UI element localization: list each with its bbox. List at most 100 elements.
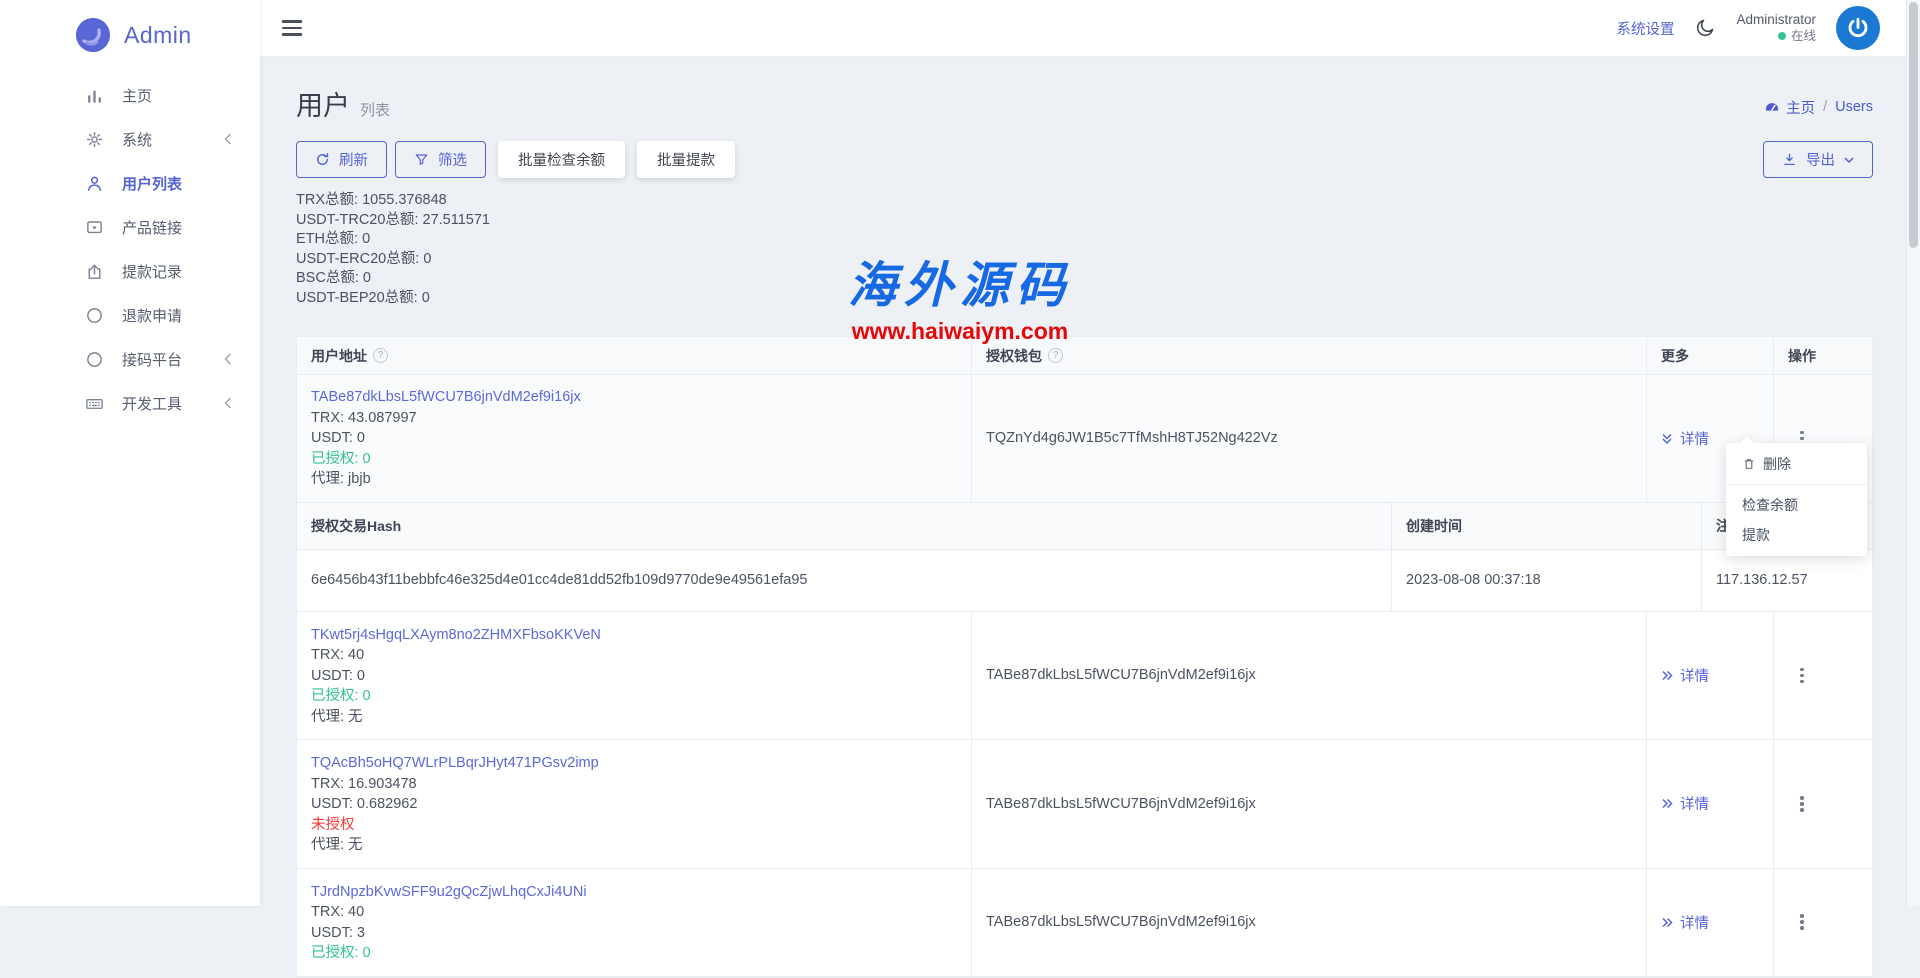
help-icon[interactable]: ? (1048, 348, 1063, 363)
trx-balance: TRX: 40 (311, 902, 957, 923)
auth-status: 未授权 (311, 815, 957, 836)
user-address-link[interactable]: TABe87dkLbsL5fWCU7B6jnVdM2ef9i16jx (311, 387, 581, 408)
scrollbar-thumb[interactable] (1909, 2, 1918, 248)
batch-withdraw-button[interactable]: 批量提款 (637, 141, 735, 178)
dashboard-gauge-icon (1764, 99, 1780, 115)
export-button[interactable]: 导出 (1763, 141, 1873, 178)
breadcrumb-separator: / (1823, 99, 1827, 115)
user-address-link[interactable]: TQAcBh5oHQ7WLrPLBqrJHyt471PGsv2imp (311, 753, 599, 774)
breadcrumb: 主页 / Users (1764, 97, 1873, 118)
table-row: TKwt5rj4sHgqLXAym8no2ZHMXFbsoKKVeN TRX: … (297, 612, 1872, 741)
sidebar-item-label: 开发工具 (122, 393, 182, 414)
kebab-menu-icon[interactable] (1796, 910, 1808, 934)
auth-wallet: TABe87dkLbsL5fWCU7B6jnVdM2ef9i16jx (971, 612, 1646, 740)
col-created-time: 创建时间 (1391, 503, 1701, 549)
keyboard-icon (85, 394, 104, 413)
menu-item-delete[interactable]: 删除 (1726, 449, 1867, 479)
double-chevron-icon (1661, 670, 1673, 681)
stat-line: TRX总额1055.376848 (296, 191, 1873, 211)
detail-toggle-button[interactable]: 详情 (1661, 793, 1709, 814)
kebab-menu-icon[interactable] (1796, 664, 1808, 688)
created-time: 2023-08-08 00:37:18 (1391, 550, 1701, 611)
menu-toggle-icon[interactable] (282, 20, 302, 35)
usdt-balance: USDT: 0 (311, 666, 957, 687)
sidebar-item-label: 系统 (122, 129, 152, 150)
col-user-address: 用户地址 ? (297, 337, 971, 374)
breadcrumb-current[interactable]: Users (1835, 99, 1873, 115)
table-row: TQAcBh5oHQ7WLrPLBqrJHyt471PGsv2imp TRX: … (297, 740, 1872, 869)
auth-wallet: TQZnYd4g6JW1B5c7TfMshH8TJ52Ng422Vz (971, 375, 1646, 502)
auth-wallet: TABe87dkLbsL5fWCU7B6jnVdM2ef9i16jx (971, 740, 1646, 868)
double-chevron-icon (1661, 917, 1673, 928)
sidebar-item-sms-platform[interactable]: 接码平台 (0, 337, 260, 381)
sidebar-item-label: 用户列表 (122, 173, 182, 194)
sidebar-item-system[interactable]: 系统 (0, 117, 260, 161)
user-address-link[interactable]: TJrdNpzbKvwSFF9u2gQcZjwLhqCxJi4UNi (311, 882, 587, 903)
detail-toggle-button[interactable]: 详情 (1661, 428, 1709, 449)
totals-summary: TRX总额1055.376848 USDT-TRC20总额27.511571 E… (296, 191, 1873, 308)
auth-wallet: TABe87dkLbsL5fWCU7B6jnVdM2ef9i16jx (971, 869, 1646, 976)
page-title: 用户 (296, 84, 350, 123)
chevron-left-icon (224, 353, 232, 365)
trx-balance: TRX: 43.087997 (311, 408, 957, 429)
bar-chart-icon (85, 86, 104, 105)
page-scrollbar[interactable] (1906, 0, 1920, 906)
sidebar-item-withdraw-records[interactable]: 提款记录 (0, 249, 260, 293)
sidebar-item-label: 主页 (122, 85, 152, 106)
user-icon (85, 174, 104, 193)
breadcrumb-home-link[interactable]: 主页 (1764, 97, 1815, 118)
sidebar-item-product-links[interactable]: 产品链接 (0, 205, 260, 249)
auth-status: 已授权: 0 (311, 449, 957, 470)
detail-toggle-button[interactable]: 详情 (1661, 912, 1709, 933)
sidebar-item-home[interactable]: 主页 (0, 73, 260, 117)
stat-line: USDT-TRC20总额27.511571 (296, 211, 1873, 231)
subtable-header-row: 授权交易Hash 创建时间 注册Ip (297, 502, 1872, 550)
table-row: TJrdNpzbKvwSFF9u2gQcZjwLhqCxJi4UNi TRX: … (297, 869, 1872, 977)
usdt-balance: USDT: 0.682962 (311, 794, 957, 815)
usdt-balance: USDT: 3 (311, 923, 957, 944)
menu-item-withdraw[interactable]: 提款 (1726, 520, 1867, 550)
double-chevron-icon (1661, 798, 1673, 809)
monitor-icon (85, 218, 104, 237)
subtable-row: 6e6456b43f11bebbfc46e325d4e01cc4de81dd52… (297, 550, 1872, 612)
download-icon (1782, 152, 1797, 167)
gear-icon (85, 130, 104, 149)
batch-check-balance-button[interactable]: 批量检查余额 (498, 141, 625, 178)
auth-status: 已授权: 0 (311, 943, 957, 964)
system-settings-link[interactable]: 系统设置 (1616, 18, 1674, 39)
stat-line: USDT-ERC20总额0 (296, 250, 1873, 270)
filter-funnel-icon (414, 152, 429, 167)
refresh-icon (315, 152, 330, 167)
dark-mode-moon-icon[interactable] (1694, 17, 1716, 39)
power-icon (1845, 15, 1871, 41)
username: Administrator (1736, 12, 1816, 29)
auth-tx-hash: 6e6456b43f11bebbfc46e325d4e01cc4de81dd52… (297, 550, 1391, 611)
table-header-row: 用户地址 ? 授权钱包 ? 更多 操作 (297, 337, 1872, 375)
kebab-menu-icon[interactable] (1796, 792, 1808, 816)
brand[interactable]: Admin (0, 0, 260, 52)
filter-button[interactable]: 筛选 (395, 141, 486, 178)
col-auth-hash: 授权交易Hash (297, 503, 1391, 549)
sidebar-item-label: 提款记录 (122, 261, 182, 282)
sidebar-item-user-list[interactable]: 用户列表 (0, 161, 260, 205)
upload-icon (85, 262, 104, 281)
topbar: 系统设置 Administrator 在线 (260, 0, 1920, 56)
trx-balance: TRX: 40 (311, 645, 957, 666)
chevron-left-icon (224, 397, 232, 409)
detail-toggle-button[interactable]: 详情 (1661, 665, 1709, 686)
usdt-balance: USDT: 0 (311, 428, 957, 449)
power-avatar-button[interactable] (1836, 6, 1880, 50)
refresh-button[interactable]: 刷新 (296, 141, 387, 178)
menu-item-check-balance[interactable]: 检查余额 (1726, 490, 1867, 520)
help-icon[interactable]: ? (373, 348, 388, 363)
sidebar-item-refund-requests[interactable]: 退款申请 (0, 293, 260, 337)
col-auth-wallet: 授权钱包 ? (971, 337, 1646, 374)
user-address-link[interactable]: TKwt5rj4sHgqLXAym8no2ZHMXFbsoKKVeN (311, 625, 601, 646)
stat-line: BSC总额0 (296, 269, 1873, 289)
circle-icon (85, 350, 104, 369)
register-ip: 117.136.12.57 (1701, 550, 1872, 611)
agent: 代理: jbjb (311, 469, 957, 490)
sidebar-item-dev-tools[interactable]: 开发工具 (0, 381, 260, 425)
double-chevron-icon (1662, 432, 1673, 444)
chevron-left-icon (224, 133, 232, 145)
